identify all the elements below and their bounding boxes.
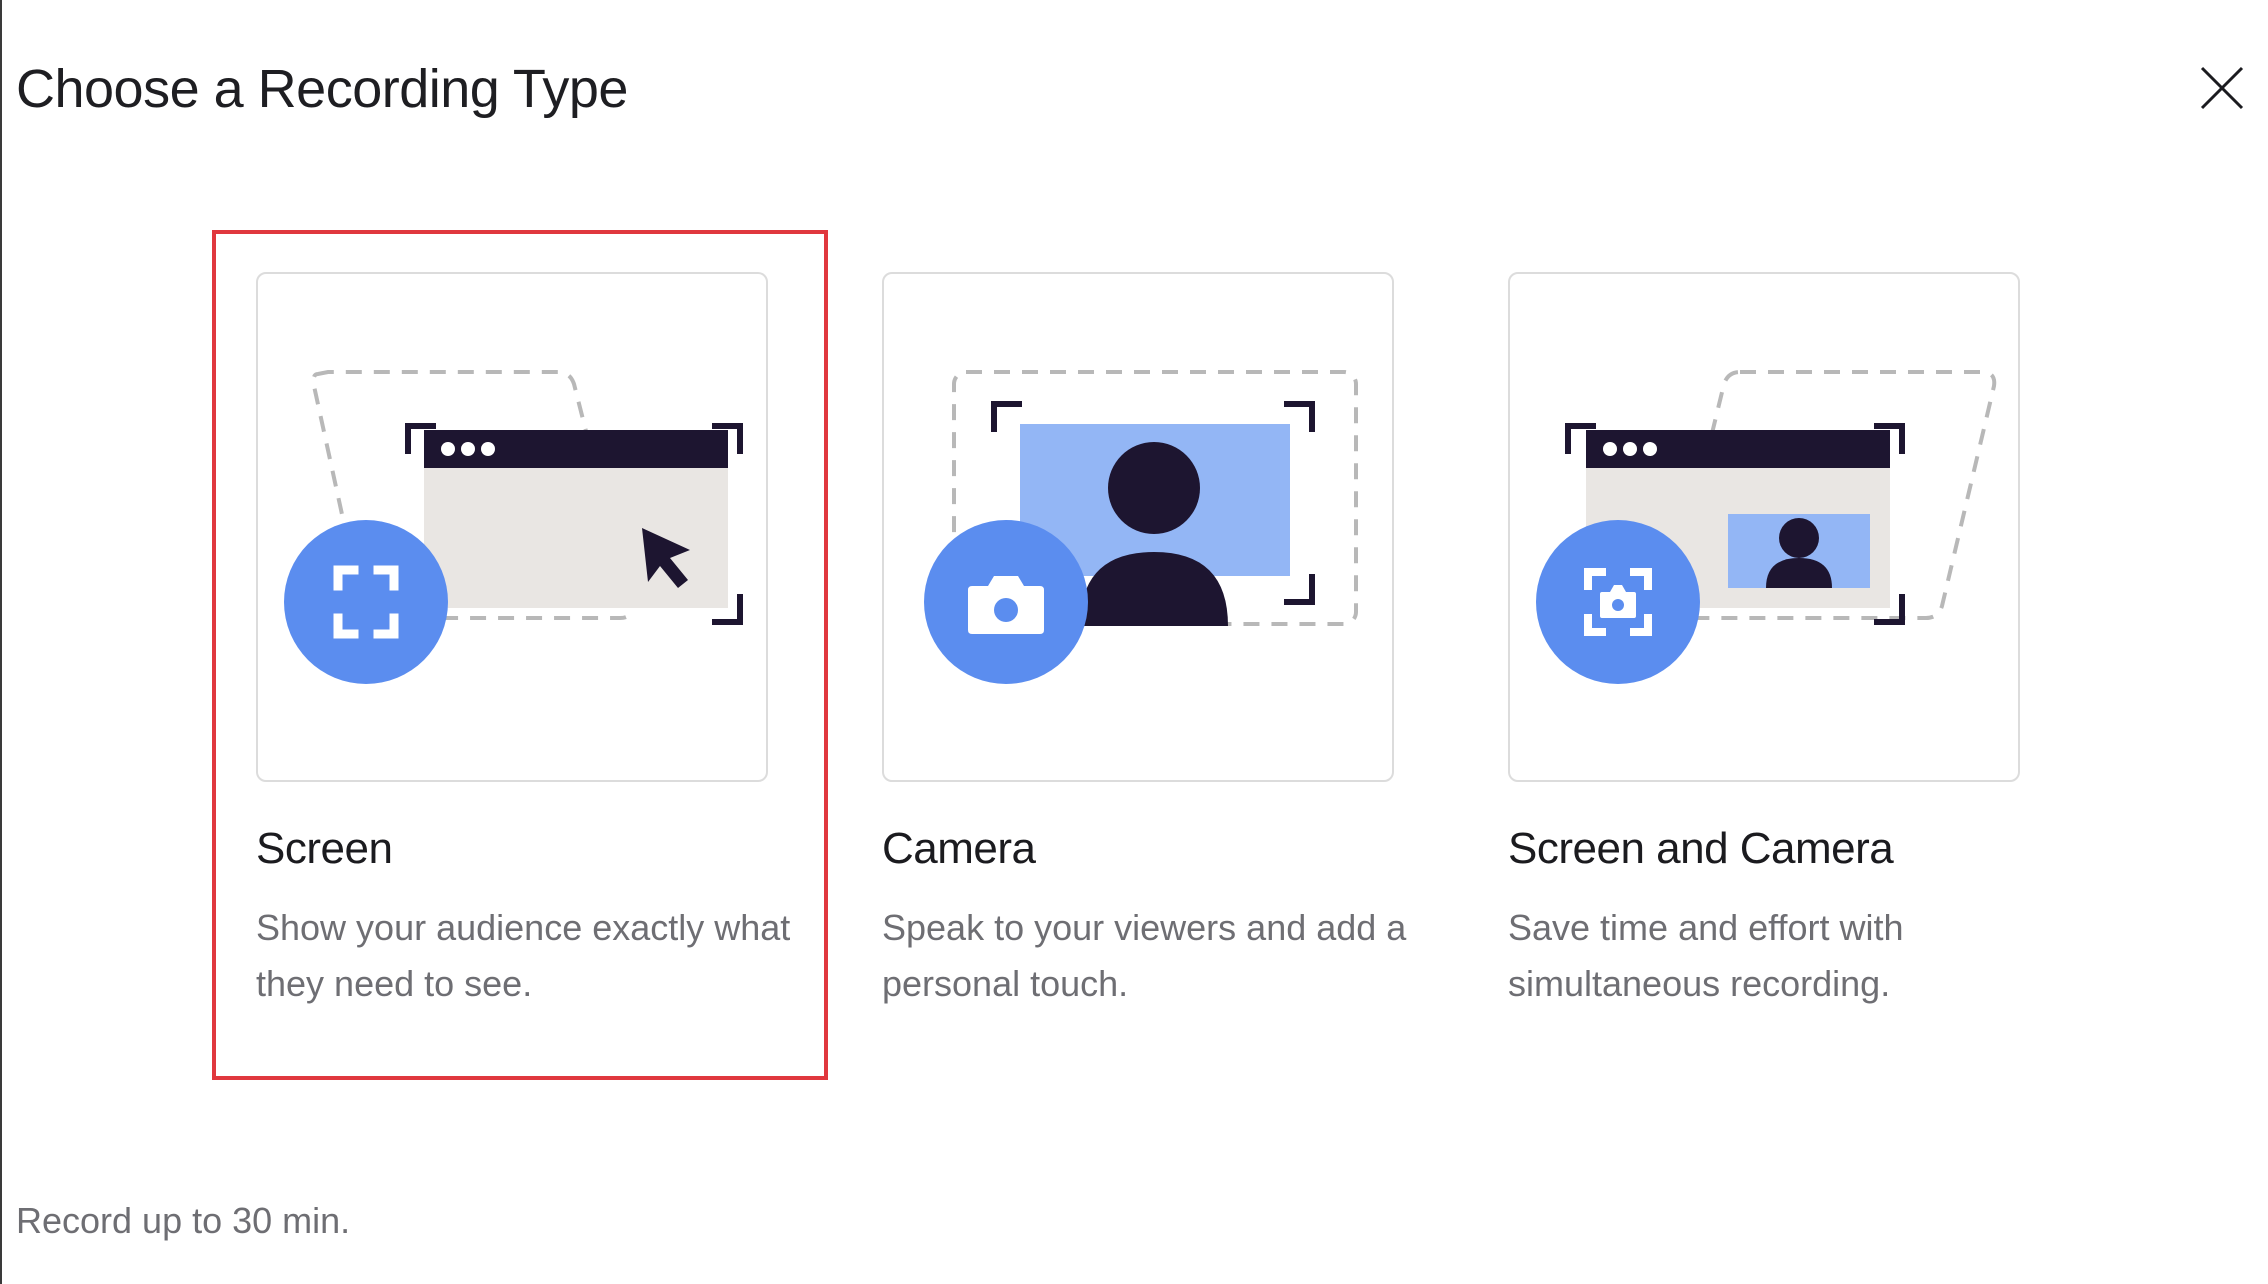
option-title: Screen and Camera bbox=[1508, 824, 1894, 873]
screen-illustration bbox=[256, 272, 768, 782]
option-title: Camera bbox=[882, 824, 1036, 873]
screen-and-camera-illustration bbox=[1508, 272, 2020, 782]
option-description: Speak to your viewers and add a personal… bbox=[882, 907, 1407, 1004]
dialog-title: Choose a Recording Type bbox=[16, 59, 628, 119]
recording-limit-note: Record up to 30 min. bbox=[16, 1200, 351, 1241]
camera-illustration bbox=[882, 272, 1394, 782]
option-description: Save time and effort with simultaneous r… bbox=[1508, 907, 1904, 1004]
close-button[interactable] bbox=[2196, 62, 2248, 114]
option-screen[interactable]: Screen Show your audience exactly what t… bbox=[212, 230, 828, 1080]
option-title: Screen bbox=[256, 824, 393, 873]
option-screen-and-camera[interactable]: Screen and Camera Save time and effort w… bbox=[1464, 230, 2080, 1080]
close-icon bbox=[2200, 66, 2244, 110]
option-camera[interactable]: Camera Speak to your viewers and add a p… bbox=[838, 230, 1454, 1080]
option-description: Show your audience exactly what they nee… bbox=[256, 907, 791, 1004]
recording-type-dialog: Choose a Recording Type Screen Show your… bbox=[0, 0, 2268, 1284]
window-edge bbox=[0, 0, 2, 1284]
